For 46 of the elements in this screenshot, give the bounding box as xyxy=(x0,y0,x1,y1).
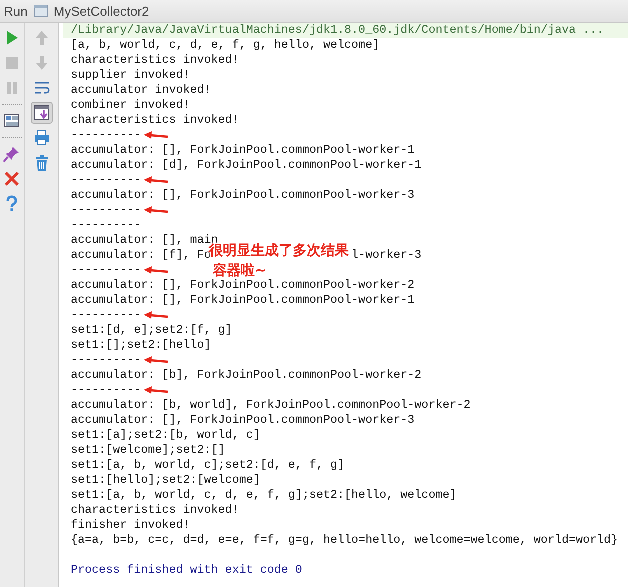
output-line: supplier invoked! xyxy=(71,68,190,83)
output-line: finisher invoked! xyxy=(71,518,190,533)
output-line: accumulator: [], ForkJoinPool.commonPool-worker-1 xyxy=(71,143,415,158)
scroll-to-end-button[interactable] xyxy=(30,102,52,124)
output-line: set1:[a, b, world, c, d, e, f, g];set2:[hello, welcome] xyxy=(71,488,457,503)
output-line: accumulator invoked! xyxy=(71,83,212,98)
annotation-text: 容器啦~ xyxy=(213,262,268,280)
stop-icon xyxy=(3,54,21,72)
printer-icon xyxy=(32,129,50,147)
separator-line: ---------- xyxy=(71,263,142,278)
separator-line: ---------- xyxy=(71,383,142,398)
separator-line: ---------- xyxy=(71,128,142,143)
output-line: characteristics invoked! xyxy=(71,53,240,68)
output-line: accumulator: [d], ForkJoinPool.commonPool-worker-1 xyxy=(71,158,422,173)
output-line: accumulator: [b], ForkJoinPool.commonPool-worker-2 xyxy=(71,368,422,383)
output-line: l-worker-3 xyxy=(352,248,422,263)
soft-wrap-icon xyxy=(32,79,50,97)
output-line: [a, b, world, c, d, e, f, g, hello, welcome] xyxy=(71,38,380,53)
exit-message: Process finished with exit code 0 xyxy=(71,563,302,578)
separator-line: ---------- xyxy=(71,353,142,368)
output-line: set1:[d, e];set2:[f, g] xyxy=(71,323,232,338)
separator-line: ---------- xyxy=(71,218,142,233)
scroll-to-end-icon xyxy=(32,104,50,122)
output-line: characteristics invoked! xyxy=(71,113,240,128)
output-line: set1:[];set2:[hello] xyxy=(71,338,212,353)
output-line: accumulator: [], ForkJoinPool.commonPool-worker-2 xyxy=(71,278,415,293)
output-line: set1:[a, b, world, c];set2:[d, e, f, g] xyxy=(71,458,345,473)
output-line: {a=a, b=b, c=c, d=d, e=e, f=f, g=g, hello=hello, welcome=welcome, world=world} xyxy=(71,533,618,548)
close-icon xyxy=(3,170,21,188)
output-line: characteristics invoked! xyxy=(71,503,240,518)
separator-line: ---------- xyxy=(71,203,142,218)
run-label: Run xyxy=(4,4,28,18)
output-line: set1:[hello];set2:[welcome] xyxy=(71,473,260,488)
separator-line: ---------- xyxy=(71,308,142,323)
run-tab[interactable]: MySetCollector2 xyxy=(54,4,150,18)
output-line: accumulator: [], ForkJoinPool.commonPool-worker-3 xyxy=(71,188,415,203)
pin-icon xyxy=(3,145,21,163)
layout-icon xyxy=(3,112,21,130)
output-line: accumulator: [], ForkJoinPool.commonPool-worker-3 xyxy=(71,413,415,428)
output-line: combiner invoked! xyxy=(71,98,190,113)
window-icon xyxy=(34,5,48,17)
separator-line: ---------- xyxy=(71,173,142,188)
output-line: set1:[a];set2:[b, world, c] xyxy=(71,428,260,443)
output-line: set1:[welcome];set2:[] xyxy=(71,443,226,458)
output-line: accumulator: [], ForkJoinPool.commonPool-worker-1 xyxy=(71,293,415,308)
output-line: accumulator: [b, world], ForkJoinPool.commonPool-worker-2 xyxy=(71,398,471,413)
